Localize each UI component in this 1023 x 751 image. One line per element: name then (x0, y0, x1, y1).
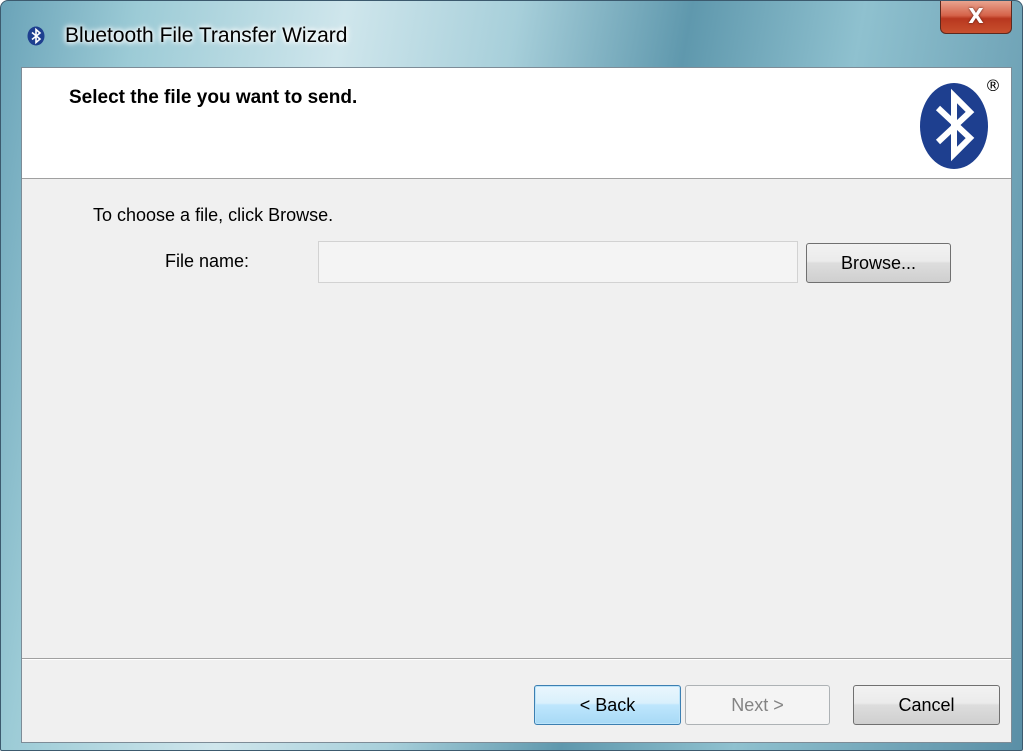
wizard-window: Bluetooth File Transfer Wizard X Select … (0, 0, 1023, 751)
wizard-header: Select the file you want to send. ® (22, 68, 1011, 179)
instruction-text: To choose a file, click Browse. (93, 205, 334, 225)
close-button[interactable]: X (940, 1, 1012, 34)
back-button[interactable]: < Back (534, 685, 681, 725)
title-bar[interactable]: Bluetooth File Transfer Wizard X (1, 1, 1022, 67)
bluetooth-logo-icon: ® (920, 76, 1001, 169)
browse-button[interactable]: Browse... (806, 243, 951, 283)
window-title: Bluetooth File Transfer Wizard (65, 24, 348, 47)
footer-divider (22, 658, 1011, 660)
file-name-label: File name: (165, 251, 250, 271)
next-button[interactable]: Next > (685, 685, 830, 725)
bluetooth-icon (27, 26, 45, 46)
cancel-button[interactable]: Cancel (853, 685, 1000, 725)
file-name-input[interactable] (318, 241, 798, 283)
registered-mark: ® (985, 76, 1001, 95)
wizard-client-area: Select the file you want to send. ® To c… (21, 67, 1012, 743)
close-icon: X (968, 4, 984, 28)
page-title: Select the file you want to send. (69, 87, 358, 108)
